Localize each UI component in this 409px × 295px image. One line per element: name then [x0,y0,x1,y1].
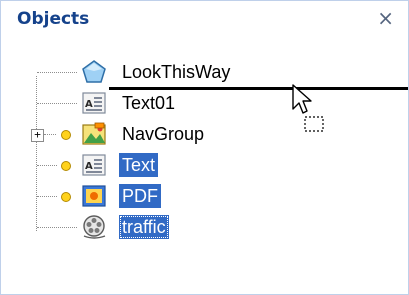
tree-item-lookthisway[interactable]: LookThisWay [1,57,408,87]
drop-insertion-line [109,87,408,90]
objects-panel: Objects × LookThisWay A Text01 + NavGrou… [0,0,409,295]
tree-item-label: NavGroup [122,124,205,144]
svg-text:A: A [85,161,93,172]
video-object-icon [83,215,106,239]
tree-connector [37,103,77,104]
tree-item-traffic[interactable]: traffic [1,212,408,242]
tree-item-navgroup[interactable]: + NavGroup [1,119,408,149]
tree-item-label: Text01 [122,93,176,113]
pdf-object-icon [82,185,106,207]
group-icon [82,122,106,145]
tree-connector [37,165,57,166]
panel-header: Objects × [1,1,408,31]
yellow-dot-icon [61,161,71,171]
tree-connector [44,134,56,135]
yellow-dot-icon [61,192,71,202]
tree-connector [37,72,77,73]
drag-move-cursor-icon [292,84,324,132]
shape-icon [82,60,106,83]
tree-item-text[interactable]: A Text [1,150,408,180]
tree-item-label: Text [119,153,159,177]
panel-title: Objects [17,9,90,29]
close-icon[interactable]: × [377,8,394,28]
tree-item-pdf[interactable]: PDF [1,181,408,211]
text-object-icon: A [82,154,106,176]
text-object-icon: A [82,92,106,114]
expand-toggle-icon[interactable]: + [31,129,44,142]
tree-connector [37,196,57,197]
tree-connector [37,227,77,228]
tree-item-text01[interactable]: A Text01 [1,88,408,118]
tree-item-label: PDF [119,184,161,208]
tree-item-label: traffic [119,215,169,239]
svg-text:A: A [85,99,93,110]
tree-item-label: LookThisWay [122,62,231,82]
yellow-dot-icon [61,130,71,140]
